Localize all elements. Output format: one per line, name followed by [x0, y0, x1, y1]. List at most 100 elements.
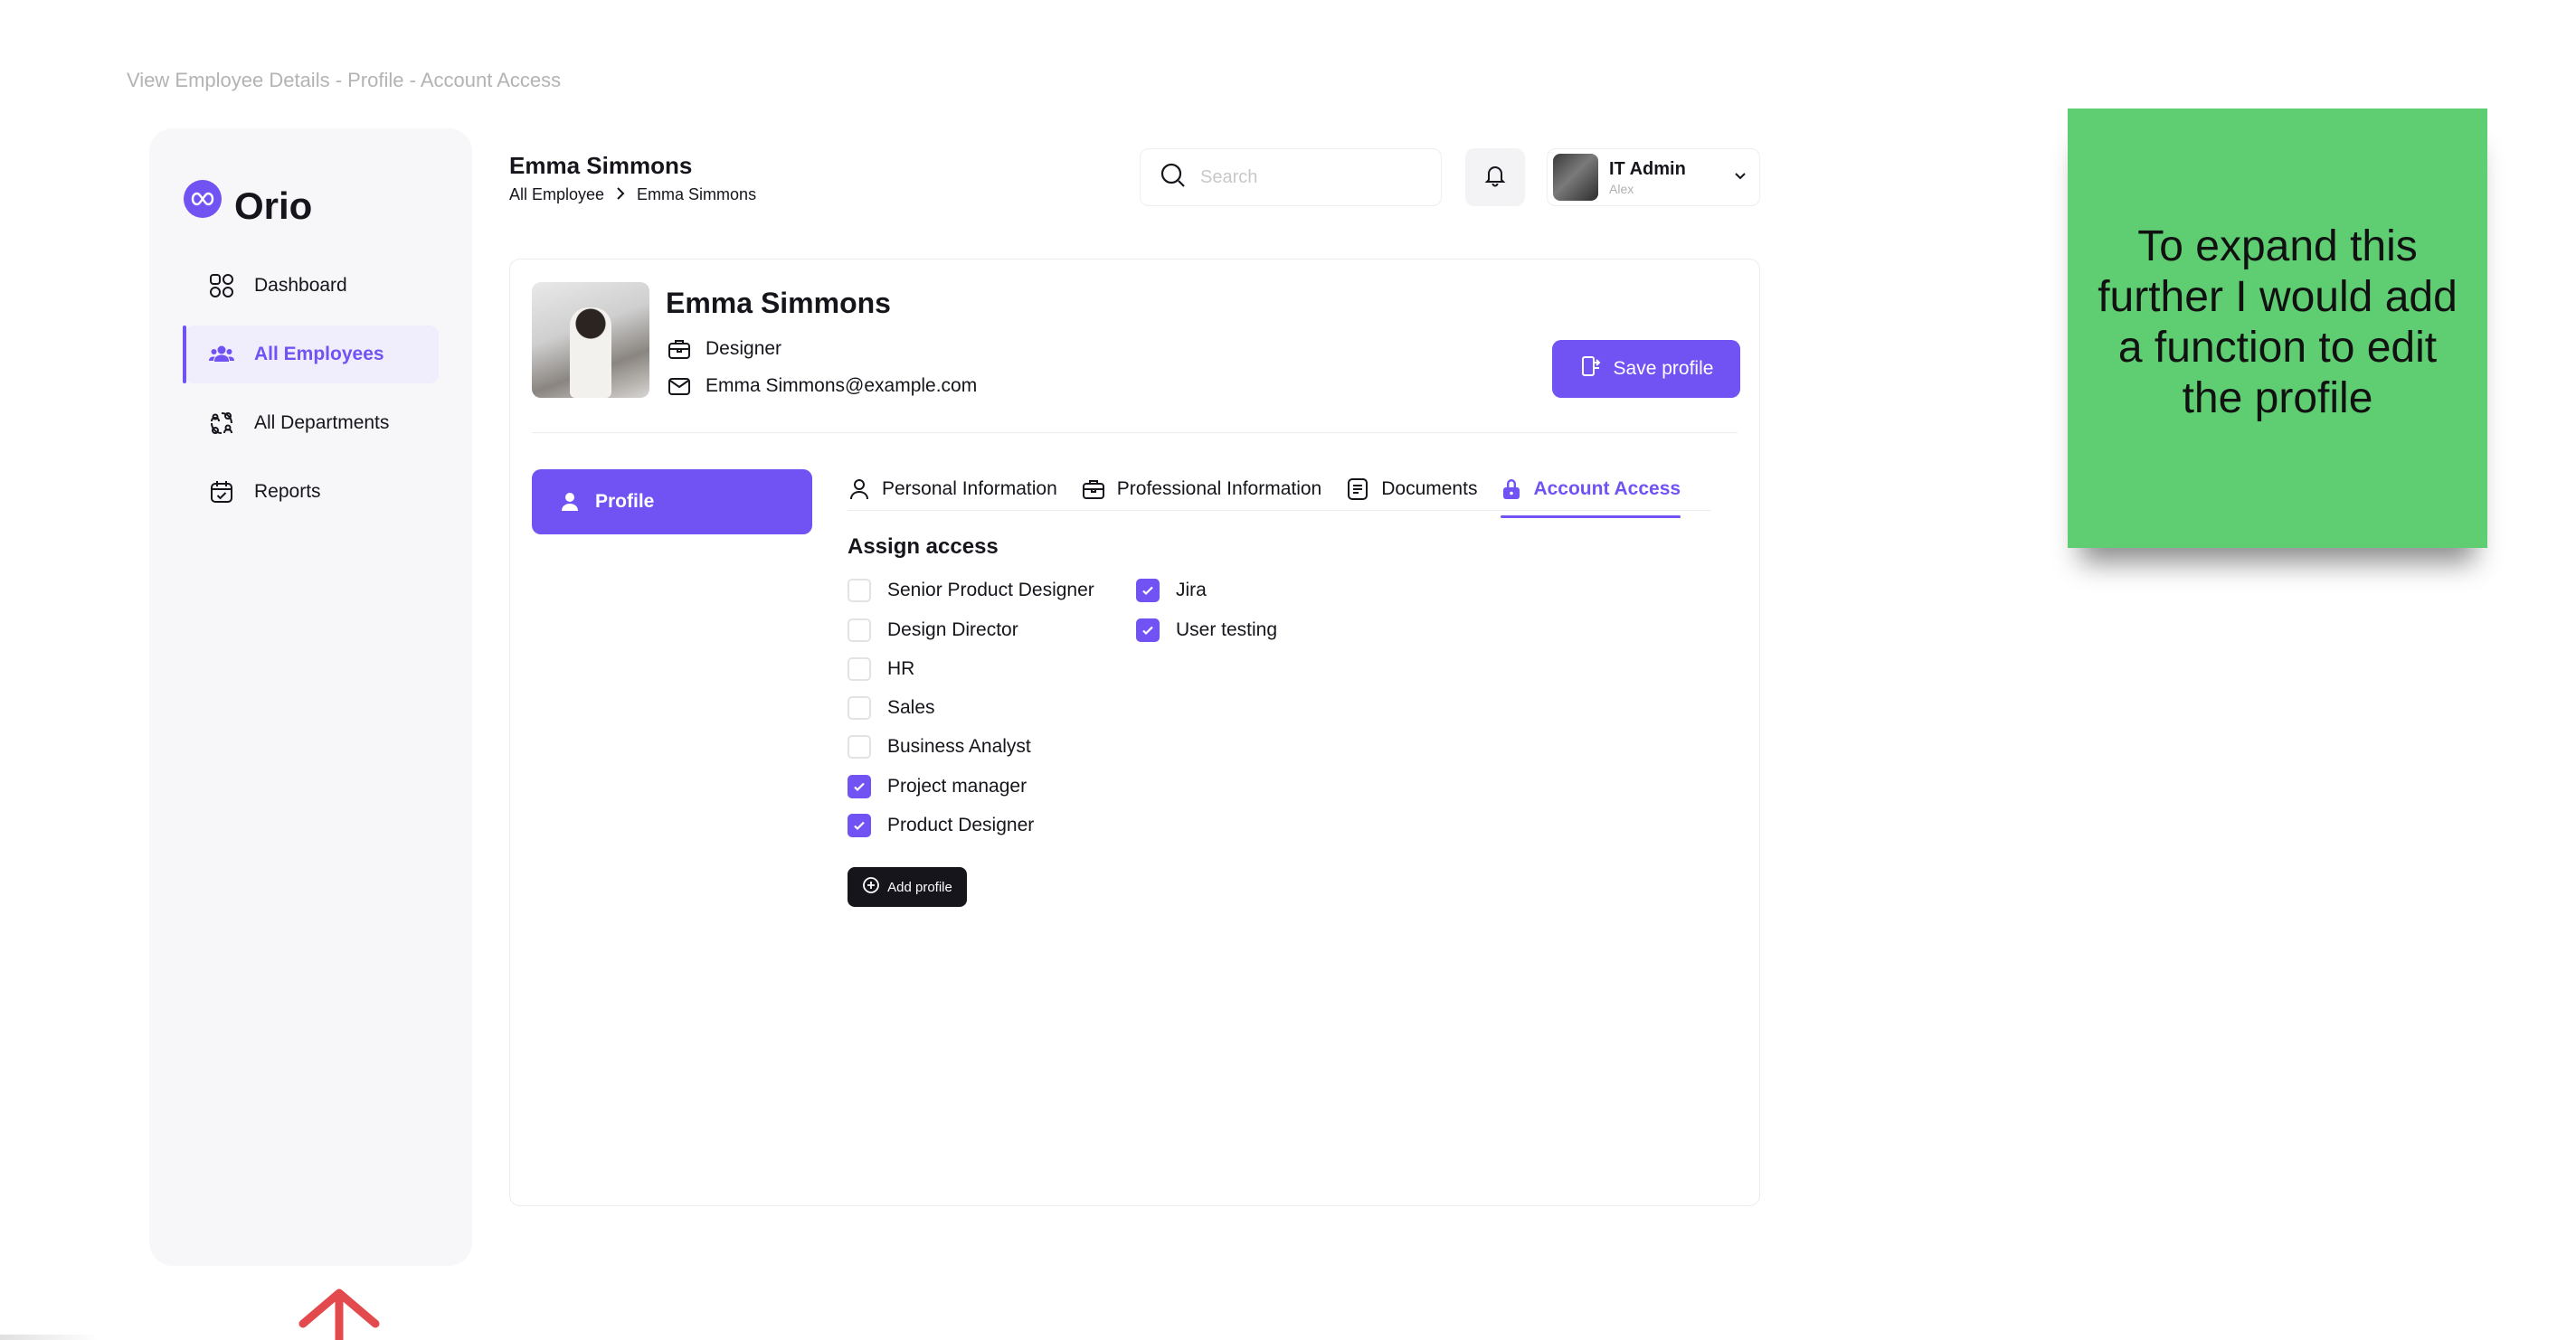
checkbox[interactable] — [848, 579, 871, 602]
search-input[interactable]: Search — [1140, 148, 1442, 206]
sidebar-item-label: Reports — [254, 481, 321, 502]
checkbox-checked[interactable] — [848, 775, 871, 798]
check-icon — [854, 782, 865, 792]
sidebar-item-label: All Employees — [254, 344, 384, 364]
access-option-hr[interactable]: HR — [848, 656, 914, 683]
save-profile-button[interactable]: Save profile — [1552, 340, 1740, 398]
employee-email: Emma Simmons@example.com — [666, 373, 977, 400]
tab-documents[interactable]: Documents — [1345, 469, 1477, 509]
checkbox[interactable] — [848, 618, 871, 642]
profile-side-tab[interactable]: Profile — [532, 469, 812, 534]
check-icon — [1142, 586, 1153, 596]
briefcase-icon — [1081, 477, 1106, 502]
checkbox-label: Sales — [887, 697, 935, 718]
access-option-user-testing[interactable]: User testing — [1136, 617, 1277, 644]
lock-icon — [1501, 477, 1522, 501]
person-icon — [848, 477, 871, 501]
sidebar-item-dashboard[interactable]: Dashboard — [185, 257, 439, 315]
access-option-sales[interactable]: Sales — [848, 694, 935, 722]
access-option-business-analyst[interactable]: Business Analyst — [848, 733, 1031, 760]
employee-card: Emma Simmons Designer Emma Simmons@examp… — [509, 259, 1760, 1206]
notifications-button[interactable] — [1465, 148, 1525, 206]
role-text: Designer — [706, 338, 782, 359]
tabs-divider — [848, 510, 1711, 511]
access-option-senior-product-designer[interactable]: Senior Product Designer — [848, 577, 1094, 604]
bell-icon — [1483, 164, 1507, 192]
profile-photo — [532, 282, 649, 398]
email-text: Emma Simmons@example.com — [706, 375, 978, 396]
avatar — [1553, 154, 1598, 201]
access-option-project-manager[interactable]: Project manager — [848, 773, 1027, 800]
check-icon — [1142, 626, 1153, 636]
user-name: IT Admin — [1609, 158, 1686, 179]
edit-profile-icon — [1579, 354, 1603, 383]
tab-personal-information[interactable]: Personal Information — [848, 469, 1057, 509]
tab-label: Account Access — [1533, 478, 1681, 499]
page-title: Emma Simmons — [509, 152, 693, 179]
sticky-note[interactable]: To expand this further I would add a fun… — [2068, 109, 2487, 548]
mail-icon — [666, 373, 693, 400]
sidebar-item-reports[interactable]: Reports — [185, 463, 439, 521]
checkbox-label: Senior Product Designer — [887, 580, 1094, 600]
access-option-product-designer[interactable]: Product Designer — [848, 812, 1034, 839]
checkbox[interactable] — [848, 696, 871, 720]
person-icon — [559, 491, 581, 513]
checkbox-label: Jira — [1176, 580, 1207, 600]
tab-professional-information[interactable]: Professional Information — [1081, 469, 1321, 509]
sticky-note-text: To expand this further I would add a fun… — [2098, 222, 2458, 422]
tab-account-access[interactable]: Account Access — [1501, 469, 1681, 518]
checkbox-checked[interactable] — [848, 814, 871, 837]
calendar-check-icon — [207, 477, 236, 506]
sidebar-item-all-departments[interactable]: All Departments — [185, 394, 439, 452]
grid-icon — [207, 271, 236, 300]
checkbox-label: HR — [887, 658, 915, 679]
divider — [532, 432, 1738, 433]
canvas-edge-shadow — [0, 1335, 99, 1340]
access-option-jira[interactable]: Jira — [1136, 577, 1207, 604]
plus-circle-icon — [862, 876, 880, 898]
save-label: Save profile — [1613, 358, 1714, 379]
sidebar: Orio Dashboard All Employees All Departm… — [149, 128, 472, 1266]
checkbox-label: Business Analyst — [887, 736, 1031, 757]
app-name: Orio — [234, 184, 313, 227]
tab-label: Documents — [1381, 478, 1478, 499]
breadcrumb-link-all-employee[interactable]: All Employee — [509, 185, 604, 204]
checkbox-label: Project manager — [887, 776, 1028, 797]
tab-label: Professional Information — [1116, 478, 1322, 499]
checkbox-checked[interactable] — [1136, 579, 1160, 602]
side-tab-label: Profile — [595, 491, 655, 512]
checkbox-label: User testing — [1176, 619, 1278, 640]
checkbox-label: Design Director — [887, 619, 1018, 640]
app-logo[interactable]: Orio — [184, 170, 312, 228]
sidebar-item-label: All Departments — [254, 412, 390, 433]
tab-label: Personal Information — [882, 478, 1057, 499]
search-icon — [1159, 161, 1188, 194]
departments-icon — [207, 409, 236, 438]
employee-role: Designer — [666, 335, 781, 363]
checkbox-label: Product Designer — [887, 815, 1035, 835]
checkbox[interactable] — [848, 735, 871, 759]
chevron-down-icon[interactable] — [1732, 167, 1748, 188]
add-profile-label: Add profile — [887, 879, 952, 895]
users-icon — [207, 340, 236, 369]
checkbox[interactable] — [848, 657, 871, 681]
assign-access-title: Assign access — [848, 534, 999, 559]
frame-label: View Employee Details - Profile - Accoun… — [127, 69, 562, 91]
user-menu[interactable]: IT Admin Alex — [1547, 148, 1760, 206]
user-subtitle: Alex — [1609, 181, 1634, 196]
infinity-logo-icon — [184, 180, 222, 218]
employee-name: Emma Simmons — [666, 287, 891, 319]
breadcrumb-current: Emma Simmons — [637, 185, 757, 203]
access-option-design-director[interactable]: Design Director — [848, 617, 1018, 644]
annotation-arrow-icon — [298, 1288, 380, 1340]
breadcrumb: All Employee Emma Simmons — [509, 185, 756, 204]
sidebar-item-all-employees[interactable]: All Employees — [183, 326, 439, 383]
sidebar-item-label: Dashboard — [254, 275, 347, 296]
checkbox-checked[interactable] — [1136, 618, 1160, 642]
add-profile-button[interactable]: Add profile — [848, 867, 967, 907]
check-icon — [854, 821, 865, 831]
search-placeholder: Search — [1200, 166, 1258, 187]
briefcase-icon — [666, 335, 693, 363]
chevron-right-icon — [615, 185, 626, 204]
document-icon — [1345, 477, 1370, 502]
